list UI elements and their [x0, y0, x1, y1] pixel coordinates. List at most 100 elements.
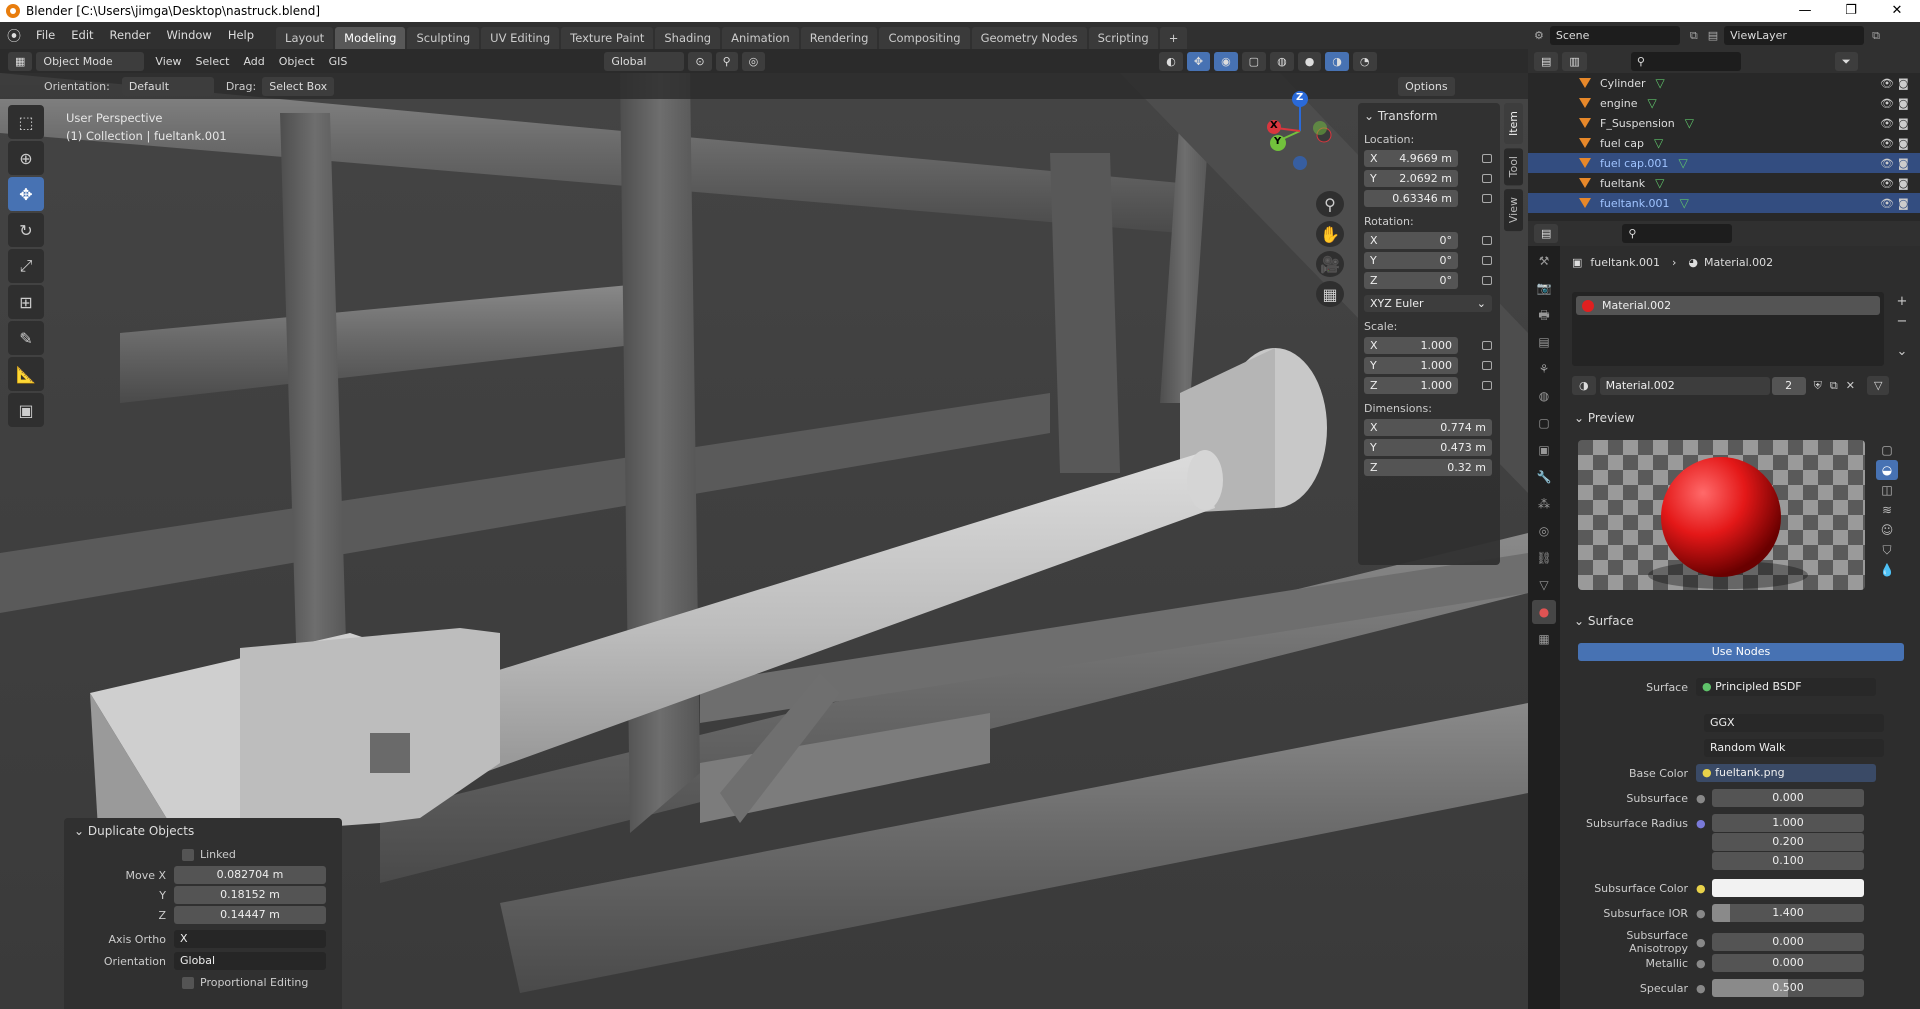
move-y-field[interactable]: 0.18152 m	[174, 886, 326, 904]
pivot-icon[interactable]: ⊙	[688, 51, 712, 71]
lock-icon[interactable]	[1482, 256, 1492, 265]
transform-panel-title[interactable]: ⌄ Transform	[1364, 109, 1494, 123]
render-tab-icon[interactable]: 📷	[1532, 276, 1556, 300]
maximize-button[interactable]: ❐	[1828, 0, 1874, 22]
proportional-checkbox[interactable]	[182, 976, 194, 989]
options-button[interactable]: Options	[1398, 76, 1455, 96]
slot-specials-icon[interactable]: ⌄	[1892, 342, 1912, 362]
snap-icon[interactable]: ⚲	[715, 51, 738, 71]
camera-icon[interactable]: ◙	[1898, 197, 1909, 210]
menu-gis[interactable]: GIS	[322, 55, 355, 68]
tab-uv-editing[interactable]: UV Editing	[481, 27, 560, 49]
lock-icon[interactable]	[1482, 276, 1492, 285]
socket-icon[interactable]: ●	[1696, 936, 1712, 949]
constraints-tab-icon[interactable]: ⛓	[1532, 546, 1556, 570]
subsurface-method-select[interactable]: Random Walk	[1704, 739, 1884, 757]
duplicate-material-icon[interactable]: ⧉	[1830, 379, 1838, 393]
outliner-row[interactable]: engine ▽ 👁 ◙	[1528, 93, 1920, 113]
material-name-field[interactable]: Material.002	[1599, 376, 1770, 395]
material-users-count[interactable]: 2	[1771, 376, 1806, 395]
rotate-tool-icon[interactable]: ↻	[8, 213, 44, 247]
camera-icon[interactable]: ◙	[1898, 117, 1909, 130]
ortho-grid-icon[interactable]: ▦	[1316, 281, 1344, 307]
new-scene-icon[interactable]: ⧉	[1690, 29, 1698, 43]
world-tab-icon[interactable]: ◍	[1532, 384, 1556, 408]
view-layer-tab-icon[interactable]: ▤	[1532, 330, 1556, 354]
eye-icon[interactable]: 👁	[1880, 117, 1894, 130]
3d-viewport[interactable]: User Perspective (1) Collection | fuelta…	[0, 73, 1528, 1009]
eye-icon[interactable]: 👁	[1880, 77, 1894, 90]
editor-type-icon[interactable]: ▤	[1534, 51, 1559, 71]
filter-icon[interactable]: ⏷	[1834, 51, 1858, 71]
socket-icon[interactable]: ●	[1696, 882, 1712, 895]
menu-object[interactable]: Object	[272, 55, 322, 68]
tool-tab-icon[interactable]: ⚒	[1532, 249, 1556, 273]
eye-icon[interactable]: 👁	[1880, 177, 1894, 190]
particles-tab-icon[interactable]: ⁂	[1532, 492, 1556, 516]
menu-edit[interactable]: Edit	[63, 22, 101, 49]
socket-icon[interactable]: ●	[1696, 792, 1712, 805]
eye-icon[interactable]: 👁	[1880, 157, 1894, 170]
material-shading-icon[interactable]: ◑	[1325, 51, 1349, 71]
zoom-icon[interactable]: ⚲	[1316, 191, 1344, 217]
camera-view-icon[interactable]: 🎥	[1316, 251, 1344, 277]
unlink-material-icon[interactable]: ✕	[1846, 379, 1855, 392]
socket-icon[interactable]: ●	[1696, 957, 1712, 970]
menu-file[interactable]: File	[28, 22, 63, 49]
editor-type-icon[interactable]: ▤	[1534, 224, 1559, 243]
outliner-row[interactable]: fuel cap ▽ 👁 ◙	[1528, 133, 1920, 153]
menu-add[interactable]: Add	[236, 55, 271, 68]
pan-hand-icon[interactable]: ✋	[1316, 221, 1344, 247]
socket-icon[interactable]: ●	[1696, 907, 1712, 920]
scale-x-field[interactable]: X 1.000	[1364, 337, 1458, 354]
browse-material-icon[interactable]: ◑	[1572, 376, 1596, 395]
rotation-z-field[interactable]: Z 0°	[1364, 272, 1458, 289]
tab-compositing[interactable]: Compositing	[879, 27, 970, 49]
outliner-row[interactable]: fueltank ▽ 👁 ◙	[1528, 173, 1920, 193]
menu-select[interactable]: Select	[189, 55, 237, 68]
outliner-row[interactable]: F_Suspension ▽ 👁 ◙	[1528, 113, 1920, 133]
subsurface-color-swatch[interactable]	[1712, 879, 1864, 897]
scene-selector[interactable]: Scene	[1549, 26, 1680, 45]
data-tab-icon[interactable]: ▽	[1532, 573, 1556, 597]
lock-icon[interactable]	[1482, 174, 1492, 183]
object-tab-icon[interactable]: ▣	[1532, 438, 1556, 462]
socket-icon[interactable]: ●	[1696, 817, 1712, 830]
display-mode-icon[interactable]: ▥	[1562, 51, 1587, 71]
dimension-x-field[interactable]: X 0.774 m	[1364, 419, 1492, 436]
subsurface-ior-field[interactable]: 1.400	[1712, 904, 1864, 922]
redo-panel-title[interactable]: ⌄ Duplicate Objects	[64, 818, 342, 844]
proportional-edit-icon[interactable]: ◎	[741, 51, 766, 71]
rotation-y-field[interactable]: Y 0°	[1364, 252, 1458, 269]
fake-user-icon[interactable]: ⛨	[1814, 379, 1822, 393]
subsurface-radius-z-field[interactable]: 0.100	[1712, 852, 1864, 870]
properties-search-input[interactable]: ⚲	[1622, 224, 1733, 243]
add-slot-button[interactable]: +	[1892, 292, 1912, 312]
base-color-texture-field[interactable]: ● fueltank.png	[1696, 764, 1876, 782]
lock-icon[interactable]	[1482, 236, 1492, 245]
preview-monkey-icon[interactable]: ☺	[1876, 520, 1898, 540]
tab-item[interactable]: Item	[1504, 103, 1523, 145]
orientation-select[interactable]: Default	[121, 76, 214, 96]
use-nodes-button[interactable]: Use Nodes	[1578, 643, 1904, 661]
tab-scripting[interactable]: Scripting	[1088, 27, 1158, 49]
preview-cloth-icon[interactable]: ⛉	[1876, 540, 1898, 560]
gizmo-toggle-icon[interactable]: ✥	[1186, 51, 1211, 71]
camera-icon[interactable]: ◙	[1898, 77, 1909, 90]
menu-render[interactable]: Render	[102, 22, 159, 49]
socket-icon[interactable]: ●	[1696, 982, 1712, 995]
tab-shading[interactable]: Shading	[655, 27, 721, 49]
scene-tab-icon[interactable]: ⚘	[1532, 357, 1556, 381]
eye-icon[interactable]: 👁	[1880, 197, 1894, 210]
outliner-search-input[interactable]: ⚲	[1630, 51, 1741, 71]
tab-tool[interactable]: Tool	[1504, 148, 1523, 186]
eye-icon[interactable]: 👁	[1880, 97, 1894, 110]
location-z-field[interactable]: 0.63346 m	[1364, 190, 1458, 207]
viewlayer-selector[interactable]: ViewLayer	[1724, 26, 1865, 45]
lock-icon[interactable]	[1482, 381, 1492, 390]
eye-icon[interactable]: 👁	[1880, 137, 1894, 150]
lock-icon[interactable]	[1482, 361, 1492, 370]
collection-tab-icon[interactable]: ▢	[1532, 411, 1556, 435]
subsurface-radius-y-field[interactable]: 0.200	[1712, 833, 1864, 851]
move-x-field[interactable]: 0.082704 m	[174, 866, 326, 884]
